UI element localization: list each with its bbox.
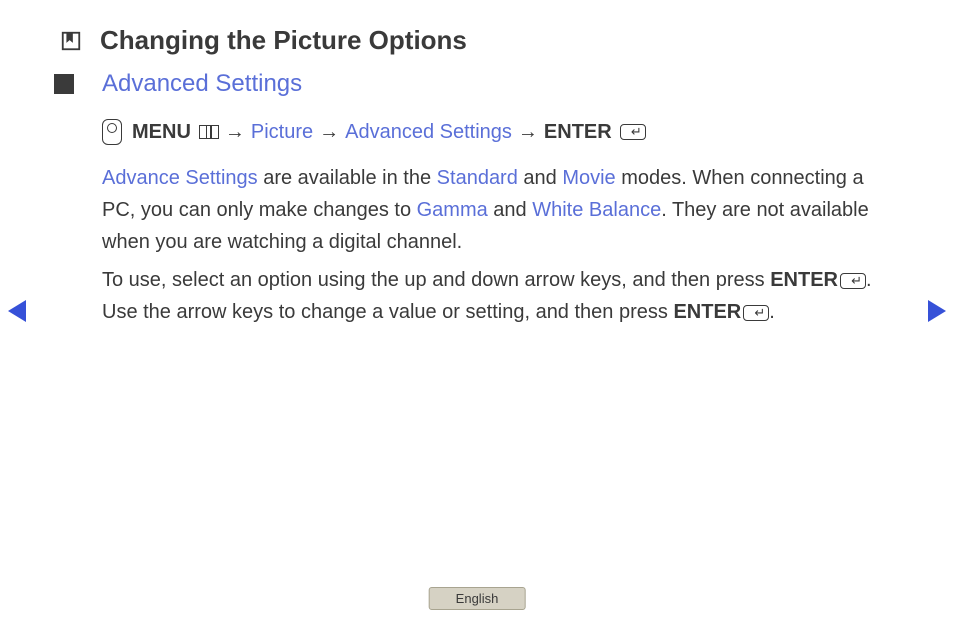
prev-page-button[interactable] [8,300,26,322]
arrow-sep: → [518,116,538,148]
title-row: Changing the Picture Options [60,25,884,56]
arrow-sep: → [319,116,339,148]
link-movie: Movie [562,167,615,189]
menu-box-icon [199,125,219,139]
enter-label: ENTER [544,116,612,148]
remote-icon [102,119,122,145]
square-bullet-icon [54,74,74,94]
arrow-sep: → [225,116,245,148]
bookmark-icon [60,30,82,52]
triangle-right-icon [928,300,946,322]
link-white-balance: White Balance [532,199,661,221]
breadcrumb-nav: MENU → Picture → Advanced Settings → ENT… [102,116,884,148]
paragraph-2: To use, select an option using the up an… [102,264,884,328]
triangle-left-icon [8,300,26,322]
link-standard: Standard [437,167,518,189]
enter-icon [840,273,866,289]
language-badge: English [429,587,526,610]
section-title: Advanced Settings [102,70,302,98]
breadcrumb-advanced-settings: Advanced Settings [345,116,512,148]
enter-icon [620,124,646,140]
page-title: Changing the Picture Options [100,25,467,56]
breadcrumb-picture: Picture [251,116,313,148]
enter-icon [743,305,769,321]
enter-label-inline-1: ENTER [770,269,838,291]
enter-label-inline-2: ENTER [673,301,741,323]
paragraph-1: Advance Settings are available in the St… [102,162,884,258]
link-advance-settings: Advance Settings [102,167,258,189]
link-gamma: Gamma [417,199,488,221]
next-page-button[interactable] [928,300,946,322]
menu-label: MENU [132,116,191,148]
section-row: Advanced Settings [54,70,884,98]
